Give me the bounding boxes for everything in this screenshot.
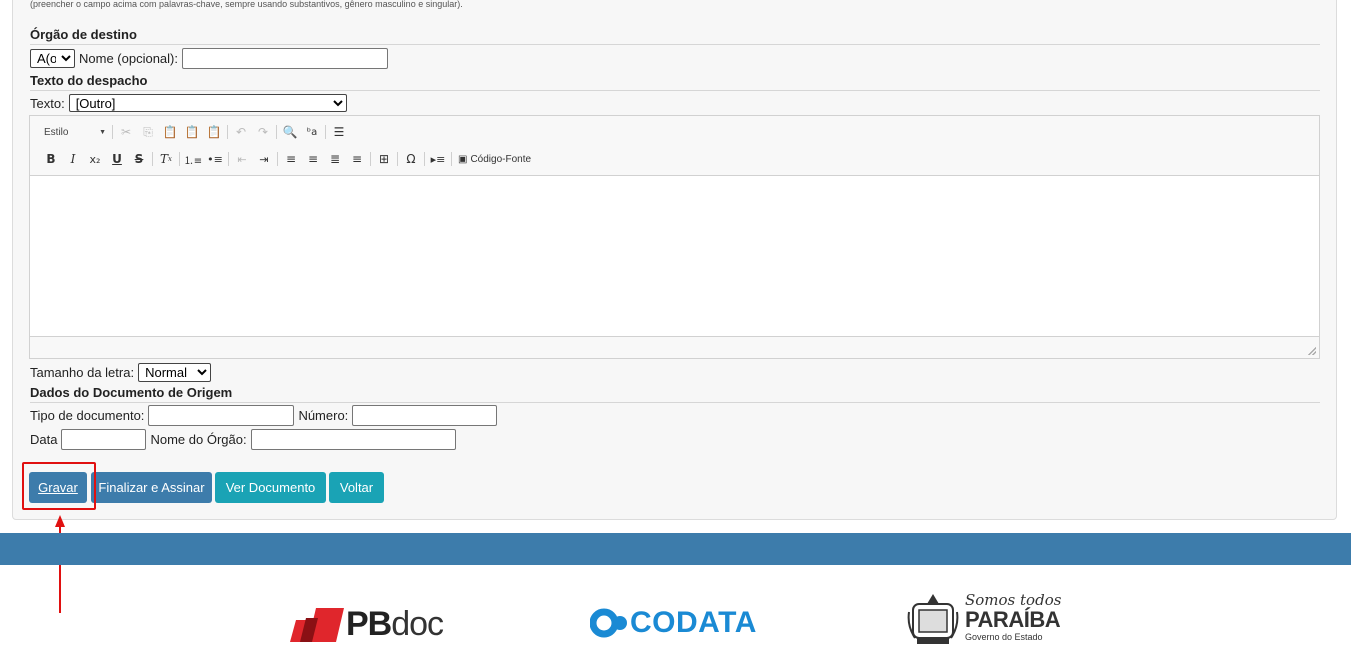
- toolbar-separator: [152, 152, 153, 166]
- blocks-icon[interactable]: ☰: [328, 122, 350, 142]
- paste-icon[interactable]: 📋: [159, 122, 181, 142]
- bold-icon[interactable]: B: [40, 149, 62, 169]
- orgao-type-select[interactable]: A(o): [30, 49, 75, 68]
- find-icon[interactable]: 🔍: [279, 122, 301, 142]
- toolbar-separator: [228, 152, 229, 166]
- numero-input[interactable]: [352, 405, 498, 426]
- toolbar-separator: [112, 125, 113, 139]
- numero-label: Número:: [298, 408, 349, 423]
- texto-row: Texto: [Outro]: [30, 94, 347, 112]
- paraiba-coat-of-arms-icon: [907, 594, 959, 644]
- ver-documento-label: Ver Documento: [225, 480, 316, 495]
- paste-text-icon[interactable]: 📋: [181, 122, 203, 142]
- italic-icon[interactable]: I: [62, 149, 84, 169]
- cut-icon[interactable]: ✂: [115, 122, 137, 142]
- ver-documento-button[interactable]: Ver Documento: [215, 472, 326, 503]
- paraiba-name: PARAÍBA: [965, 607, 1061, 632]
- replace-icon[interactable]: ᵇa: [301, 122, 323, 142]
- texto-despacho-title: Texto do despacho: [30, 73, 1320, 91]
- strike-icon[interactable]: S: [128, 149, 150, 169]
- nome-orgao-label: Nome do Órgão:: [150, 432, 247, 447]
- data-orgao-row: Data Nome do Órgão:: [30, 429, 456, 450]
- toolbar-separator: [227, 125, 228, 139]
- tipo-documento-input[interactable]: [148, 405, 295, 426]
- annotation-highlight-box: [22, 462, 96, 510]
- align-left-icon[interactable]: ≡: [280, 149, 302, 169]
- undo-icon[interactable]: ↶: [230, 122, 252, 142]
- texto-select[interactable]: [Outro]: [68, 94, 347, 112]
- editor-toolbar: Estilo ▼ ✂ ⎘ 📋 📋 📋 ↶ ↷ 🔍 ᵇa ☰ B I x₂ U S: [30, 116, 1319, 176]
- align-center-icon[interactable]: ≡: [302, 149, 324, 169]
- outdent-icon[interactable]: ⇤: [231, 149, 253, 169]
- nome-opcional-input[interactable]: [182, 48, 388, 69]
- footer-band: [0, 533, 1351, 565]
- source-icon: ▣: [458, 153, 468, 165]
- nome-orgao-input[interactable]: [250, 429, 456, 450]
- codata-text: CODATA: [630, 606, 757, 639]
- toolbar-separator: [277, 152, 278, 166]
- pbdoc-logo: PB doc: [290, 605, 444, 644]
- indent-icon[interactable]: ⇥: [253, 149, 275, 169]
- paraiba-logo: Somos todos PARAÍBA Governo do Estado: [907, 592, 1061, 648]
- subscript-icon[interactable]: x₂: [84, 149, 106, 169]
- rich-text-editor: Estilo ▼ ✂ ⎘ 📋 📋 📋 ↶ ↷ 🔍 ᵇa ☰ B I x₂ U S: [29, 115, 1320, 359]
- toolbar-separator: [276, 125, 277, 139]
- texto-label: Texto:: [30, 95, 65, 111]
- data-input[interactable]: [61, 429, 147, 450]
- paste-word-icon[interactable]: 📋: [203, 122, 225, 142]
- style-combo[interactable]: Estilo ▼: [40, 123, 110, 141]
- paraiba-sub: Governo do Estado: [965, 632, 1043, 642]
- source-label: Código-Fonte: [470, 153, 532, 165]
- finalizar-assinar-button[interactable]: Finalizar e Assinar: [91, 472, 212, 503]
- tamanho-letra-select[interactable]: Normal: [138, 363, 212, 382]
- style-combo-label: Estilo: [44, 126, 69, 138]
- toolbar-separator: [325, 125, 326, 139]
- pbdoc-doc-text: doc: [391, 605, 444, 643]
- toolbar-row-1: Estilo ▼ ✂ ⎘ 📋 📋 📋 ↶ ↷ 🔍 ᵇa ☰: [40, 122, 350, 142]
- resize-handle-icon[interactable]: [1308, 347, 1316, 355]
- toolbar-separator: [179, 152, 180, 166]
- align-right-icon[interactable]: ≡: [346, 149, 368, 169]
- toolbar-separator: [424, 152, 425, 166]
- chevron-down-icon: ▼: [99, 128, 106, 136]
- copy-icon[interactable]: ⎘: [137, 122, 159, 142]
- codata-mark-icon: [590, 608, 627, 638]
- orgao-destino-row: A(o) Nome (opcional):: [30, 48, 388, 69]
- pbdoc-mark-icon: [290, 607, 344, 642]
- dados-documento-title: Dados do Documento de Origem: [30, 385, 1320, 403]
- codata-logo: CODATA: [590, 606, 757, 640]
- align-justify-icon[interactable]: ≣: [324, 149, 346, 169]
- voltar-button[interactable]: Voltar: [329, 472, 384, 503]
- pbdoc-pb-text: PB: [346, 605, 392, 643]
- keywords-hint: (preencher o campo acima com palavras-ch…: [30, 0, 463, 9]
- editor-content-area[interactable]: [30, 176, 1319, 337]
- toolbar-separator: [370, 152, 371, 166]
- tipo-documento-label: Tipo de documento:: [30, 408, 145, 423]
- bulleted-list-icon[interactable]: •≡: [204, 149, 226, 169]
- voltar-label: Voltar: [339, 480, 374, 495]
- paraiba-tagline: Somos todos: [965, 591, 1062, 609]
- table-icon[interactable]: ⊞: [373, 149, 395, 169]
- toolbar-separator: [397, 152, 398, 166]
- remove-format-icon[interactable]: Tx: [155, 149, 177, 169]
- tamanho-letra-row: Tamanho da letra: Normal: [30, 363, 212, 382]
- finalizar-label: Finalizar e Assinar: [98, 480, 205, 495]
- special-char-icon[interactable]: Ω: [400, 149, 422, 169]
- nome-opcional-label: Nome (opcional):: [79, 51, 178, 66]
- orgao-destino-title: Órgão de destino: [30, 27, 1320, 45]
- underline-icon[interactable]: U: [106, 149, 128, 169]
- page-break-icon[interactable]: ▸≡: [427, 149, 449, 169]
- tipo-numero-row: Tipo de documento: Número:: [30, 405, 498, 426]
- toolbar-row-2: B I x₂ U S Tx ⒈≡ •≡ ⇤ ⇥ ≡ ≡ ≣ ≡ ⊞ Ω ▸≡ ▣…: [40, 149, 535, 169]
- tamanho-letra-label: Tamanho da letra:: [30, 365, 135, 380]
- toolbar-separator: [451, 152, 452, 166]
- paraiba-text-block: Somos todos PARAÍBA Governo do Estado: [965, 592, 1061, 643]
- redo-icon[interactable]: ↷: [252, 122, 274, 142]
- numbered-list-icon[interactable]: ⒈≡: [182, 149, 204, 169]
- data-label: Data: [30, 432, 58, 447]
- source-button[interactable]: ▣ Código-Fonte: [454, 154, 535, 165]
